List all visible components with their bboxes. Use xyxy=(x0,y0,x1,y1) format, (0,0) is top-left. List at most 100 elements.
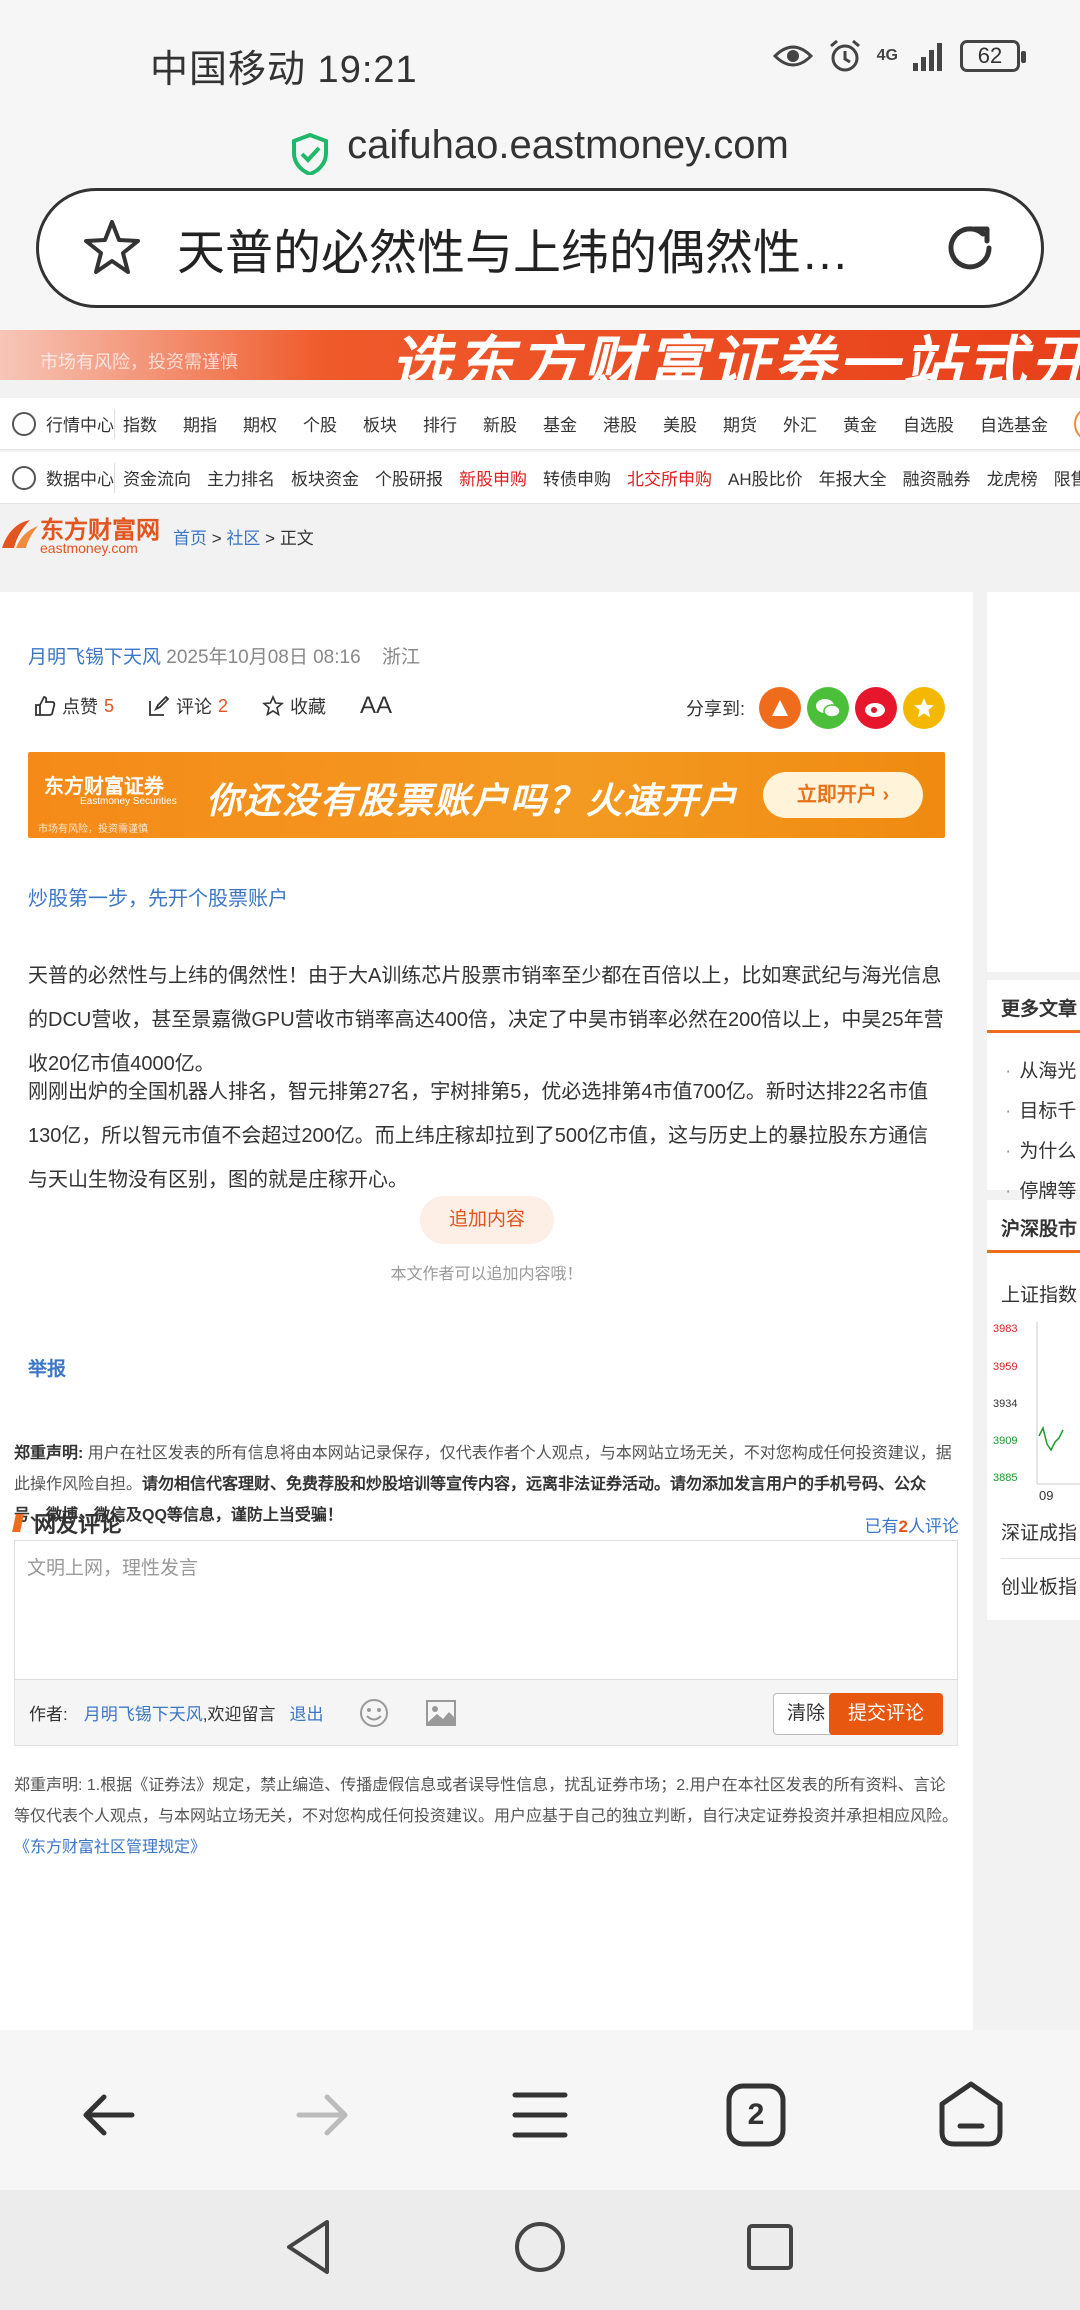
edit-icon xyxy=(149,695,170,716)
market-nav-items: 指数 期指 期权 个股 板块 排行 新股 基金 港股 美股 期货 外汇 黄金 自选股 自选基金 xyxy=(123,411,1074,436)
market-nav-item[interactable]: 黄金 xyxy=(843,411,877,436)
market-nav-item[interactable]: 外汇 xyxy=(783,411,817,436)
url-line[interactable]: caifuhao.eastmoney.com xyxy=(0,110,1080,180)
page-title: 天普的必然性与上纬的偶然性！… xyxy=(177,227,877,280)
system-back-icon[interactable] xyxy=(275,2212,345,2282)
market-panel-title: 沪深股市 xyxy=(1001,1219,1078,1240)
nav-head-market[interactable]: 行情中心 xyxy=(0,408,115,439)
nav-head-data[interactable]: 数据中心 xyxy=(0,462,115,493)
data-nav-item[interactable]: 年报大全 xyxy=(819,465,887,490)
star-icon xyxy=(262,695,285,717)
append-content-button[interactable]: 追加内容 xyxy=(420,1196,554,1244)
market-nav-item[interactable]: 自选基金 xyxy=(980,411,1048,436)
data-nav-item[interactable]: 转债申购 xyxy=(543,465,611,490)
logout-link[interactable]: 退出 xyxy=(289,1700,323,1725)
welcome-text: ,欢迎留言 xyxy=(202,1705,276,1724)
tabs-button[interactable]: 2 xyxy=(721,2080,791,2150)
breadcrumb-sep: > xyxy=(265,529,276,548)
article-paragraph: 刚刚出炉的全国机器人排名，智元排第27名，宇树排第5，优必选排第4市值700亿。… xyxy=(28,1081,929,1191)
post-datetime: 2025年10月08日 08:16 xyxy=(166,647,361,668)
share-weibo-icon[interactable] xyxy=(855,687,897,729)
forward-arrow-icon[interactable] xyxy=(287,2080,357,2150)
back-arrow-icon[interactable] xyxy=(74,2080,144,2150)
data-nav-item[interactable]: 资金流向 xyxy=(123,465,191,490)
favorite-button[interactable]: 收藏 xyxy=(262,693,326,719)
submit-comment-button[interactable]: 提交评论 xyxy=(829,1693,943,1735)
ad-open-account-button[interactable]: 立即开户 › xyxy=(763,772,923,818)
market-nav-item[interactable]: 美股 xyxy=(663,411,697,436)
promo-link[interactable]: 炒股第一步，先开个股票账户 xyxy=(28,882,288,911)
data-nav-item[interactable]: 板块资金 xyxy=(291,465,359,490)
market-nav-item[interactable]: 期货 xyxy=(723,411,757,436)
more-article-item[interactable]: 为什么 xyxy=(1005,1136,1076,1163)
system-navigation xyxy=(0,2190,1080,2310)
community-rules: 郑重声明: 1.根据《证券法》规定，禁止编造、传播虚假信息或者误导性信息，扰乱证… xyxy=(14,1770,958,1863)
banner-risk-note: 市场有风险，投资需谨慎 xyxy=(40,352,238,372)
status-bar: 中国移动 19:21 4G 62 xyxy=(0,0,1080,125)
market-nav-item[interactable]: 期指 xyxy=(183,411,217,436)
like-button[interactable]: 点赞 5 xyxy=(34,693,114,719)
count-prefix: 已有 xyxy=(864,1517,899,1536)
data-nav-item[interactable]: 融资融券 xyxy=(903,465,971,490)
comment-author-name[interactable]: 月明飞锡下天风 xyxy=(84,1700,203,1725)
bookmark-star-icon[interactable] xyxy=(81,217,143,279)
market-nav-item[interactable]: 排行 xyxy=(423,411,457,436)
data-nav-item[interactable]: AH股比价 xyxy=(728,465,803,490)
market-nav-item[interactable]: 港股 xyxy=(603,411,637,436)
market-nav-item[interactable]: 个股 xyxy=(303,411,337,436)
system-recents-icon[interactable] xyxy=(735,2212,805,2282)
home-icon[interactable] xyxy=(936,2080,1006,2150)
eastmoney-logo-icon[interactable] xyxy=(0,518,40,552)
market-panel: 沪深股市 上证指数 3983 3959 3934 3909 3885 09 深证… xyxy=(987,1200,1080,1620)
share-guba-icon[interactable] xyxy=(759,687,801,729)
reload-icon[interactable] xyxy=(939,217,1001,279)
market-nav-item[interactable]: 新股 xyxy=(483,411,517,436)
comment-input[interactable]: 文明上网，理性发言 xyxy=(14,1540,958,1680)
logo-subtext: eastmoney.com xyxy=(40,540,138,556)
side-ad-slot xyxy=(987,592,1080,972)
font-size-button[interactable]: AA xyxy=(360,692,392,720)
image-icon[interactable] xyxy=(425,1699,457,1727)
market-nav-item[interactable]: 期权 xyxy=(243,411,277,436)
comment-count-link[interactable]: 已有2人评论 xyxy=(865,1512,959,1537)
disclaimer-warning: 请勿相信代客理财、免费荐股和炒股培训等宣传内容，远离非法证券活动。请勿添加发言用… xyxy=(14,1476,927,1524)
data-nav-item[interactable]: 主力排名 xyxy=(207,465,275,490)
title-bar: 天普的必然性与上纬的偶然性！… xyxy=(0,180,1080,330)
emoji-icon[interactable] xyxy=(359,1698,389,1728)
address-pill[interactable]: 天普的必然性与上纬的偶然性！… xyxy=(36,188,1044,308)
market-nav-item[interactable]: 自选股 xyxy=(903,411,954,436)
more-article-item[interactable]: 停牌等 xyxy=(1005,1176,1076,1203)
breadcrumb-community[interactable]: 社区 xyxy=(226,529,260,548)
rules-link[interactable]: 《东方财富社区管理规定》 xyxy=(14,1839,206,1856)
share-wechat-icon[interactable] xyxy=(807,687,849,729)
web-content: 市场有风险，投资需谨慎 选东方财富证券一站式开户交易 行情中心 指数期指期权个股… xyxy=(0,330,1080,2030)
data-nav-item[interactable]: 龙虎榜 xyxy=(987,465,1038,490)
nav-search-input[interactable]: 输入 xyxy=(1074,405,1080,442)
report-link[interactable]: 举报 xyxy=(28,1354,66,1381)
data-nav-item[interactable]: 新股申购 xyxy=(459,465,527,490)
breadcrumb-home[interactable]: 首页 xyxy=(173,529,207,548)
favorite-label: 收藏 xyxy=(290,697,327,717)
market-nav-item[interactable]: 板块 xyxy=(363,411,397,436)
data-nav-item[interactable]: 限售 xyxy=(1054,465,1080,490)
index-sz[interactable]: 深证成指 xyxy=(1001,1518,1077,1545)
more-articles-panel: 更多文章 从海光 目标千 为什么 停牌等 xyxy=(987,980,1080,1202)
top-ad-banner[interactable]: 市场有风险，投资需谨慎 选东方财富证券一站式开户交易 xyxy=(0,330,1080,380)
data-nav-item[interactable]: 北交所申购 xyxy=(627,465,712,490)
system-home-icon[interactable] xyxy=(505,2212,575,2282)
menu-icon[interactable] xyxy=(505,2080,575,2150)
open-account-ad[interactable]: 东方财富证券 Eastmoney Securities 你还没有股票账户吗？火速… xyxy=(28,752,945,838)
data-nav-item[interactable]: 个股研报 xyxy=(375,465,443,490)
ad-brand-sub: Eastmoney Securities xyxy=(80,796,177,807)
more-article-item[interactable]: 从海光 xyxy=(1005,1056,1076,1083)
market-nav-item[interactable]: 指数 xyxy=(123,411,157,436)
index-sh[interactable]: 上证指数 xyxy=(1001,1280,1077,1307)
author-name[interactable]: 月明飞锡下天风 xyxy=(28,647,161,668)
comment-button[interactable]: 评论 2 xyxy=(148,693,228,719)
more-article-item[interactable]: 目标千 xyxy=(1005,1096,1076,1123)
panel-accent-line xyxy=(987,1250,1080,1253)
market-nav-item[interactable]: 基金 xyxy=(543,411,577,436)
breadcrumb-sep: > xyxy=(211,529,222,548)
index-cyb[interactable]: 创业板指 xyxy=(1001,1572,1077,1599)
share-favorite-icon[interactable] xyxy=(903,687,945,729)
